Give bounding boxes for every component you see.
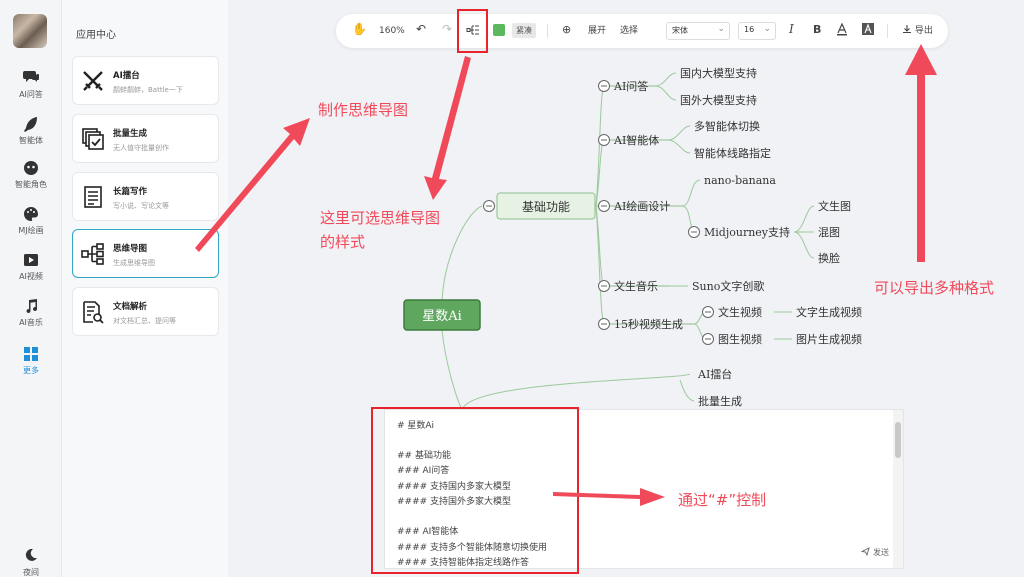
compact-toggle[interactable]: 紧凑 bbox=[512, 23, 536, 38]
mindmap-node[interactable]: 批量生成 bbox=[698, 394, 742, 408]
highlight-box-layout-style bbox=[457, 9, 488, 53]
mindmap-node[interactable]: 国内大模型支持 bbox=[680, 66, 757, 80]
annotation-choose-style-1: 这里可选思维导图 bbox=[320, 209, 441, 227]
bold-button[interactable]: B bbox=[813, 23, 821, 37]
mindmap-node[interactable]: 图生视频 bbox=[718, 332, 762, 346]
mindmap-node[interactable]: 国外大模型支持 bbox=[680, 93, 757, 107]
annotation-make-map: 制作思维导图 bbox=[318, 101, 409, 119]
theme-color-swatch[interactable] bbox=[493, 24, 505, 36]
font-family-select[interactable]: 宋体 ⌄ bbox=[666, 22, 730, 40]
italic-icon[interactable]: I bbox=[789, 22, 794, 36]
undo-icon[interactable]: ↶ bbox=[416, 22, 426, 36]
mindmap-node[interactable]: 文生视频 bbox=[718, 305, 762, 319]
mindmap-node[interactable]: 文生音乐 bbox=[614, 279, 658, 293]
annotation-hash-control: 通过“#”控制 bbox=[678, 491, 767, 509]
font-family-value: 宋体 bbox=[672, 26, 688, 35]
send-button[interactable]: 发送 bbox=[860, 547, 889, 558]
mindmap-node[interactable]: 图片生成视频 bbox=[796, 332, 862, 346]
root-node-label: 星数Ai bbox=[422, 309, 462, 324]
highlight-box-editor bbox=[371, 407, 579, 574]
mindmap-toolbar: ✋ 160% ↶ ↷ 紧凑 ⊕ 展开 选择 宋体 ⌄ 16 ⌄ I B 导出 bbox=[336, 14, 948, 48]
download-icon bbox=[903, 25, 911, 34]
redo-icon[interactable]: ↷ bbox=[442, 22, 452, 36]
target-icon[interactable]: ⊕ bbox=[562, 23, 571, 37]
font-size-value: 16 bbox=[744, 25, 755, 34]
annotation-choose-style-2: 的样式 bbox=[320, 233, 366, 251]
mindmap-node[interactable]: Midjourney支持 bbox=[704, 225, 790, 239]
editor-scrollbar-thumb[interactable] bbox=[895, 422, 901, 458]
mindmap-node[interactable]: AI擂台 bbox=[697, 367, 732, 381]
mindmap-node[interactable]: 混图 bbox=[818, 226, 840, 239]
mindmap-node[interactable]: 智能体线路指定 bbox=[694, 146, 771, 160]
mindmap-node[interactable]: Suno文字创歌 bbox=[692, 279, 764, 293]
mindmap-node[interactable]: nano-banana bbox=[704, 174, 776, 187]
annotation-export-formats: 可以导出多种格式 bbox=[874, 279, 995, 297]
hand-tool-icon[interactable]: ✋ bbox=[352, 22, 367, 36]
mindmap-node[interactable]: AI绘画设计 bbox=[613, 199, 670, 213]
text-color-icon[interactable] bbox=[836, 22, 848, 41]
export-label: 导出 bbox=[914, 26, 933, 36]
chevron-down-icon: ⌄ bbox=[717, 24, 725, 34]
highlight-color-icon[interactable] bbox=[862, 23, 874, 40]
mindmap-node[interactable]: 15秒视频生成 bbox=[614, 317, 683, 331]
chevron-down-icon: ⌄ bbox=[763, 24, 771, 34]
mindmap-node[interactable]: 文字生成视频 bbox=[796, 305, 862, 319]
mindmap-node[interactable]: 多智能体切换 bbox=[694, 119, 760, 133]
send-icon bbox=[860, 547, 871, 557]
mindmap-node[interactable]: AI智能体 bbox=[613, 133, 659, 147]
toolbar-divider bbox=[547, 24, 548, 38]
font-size-select[interactable]: 16 ⌄ bbox=[738, 22, 776, 40]
branch-node-label: 基础功能 bbox=[522, 200, 570, 214]
expand-button[interactable]: 展开 bbox=[588, 24, 606, 38]
mindmap-node[interactable]: 换脸 bbox=[818, 251, 840, 265]
export-button[interactable]: 导出 bbox=[902, 24, 933, 38]
toolbar-divider bbox=[887, 24, 888, 38]
mindmap-node[interactable]: 文生图 bbox=[818, 199, 851, 213]
select-button[interactable]: 选择 bbox=[620, 24, 638, 38]
send-label: 发送 bbox=[873, 548, 889, 557]
zoom-level[interactable]: 160% bbox=[379, 24, 405, 38]
mindmap-node[interactable]: AI问答 bbox=[613, 79, 648, 93]
